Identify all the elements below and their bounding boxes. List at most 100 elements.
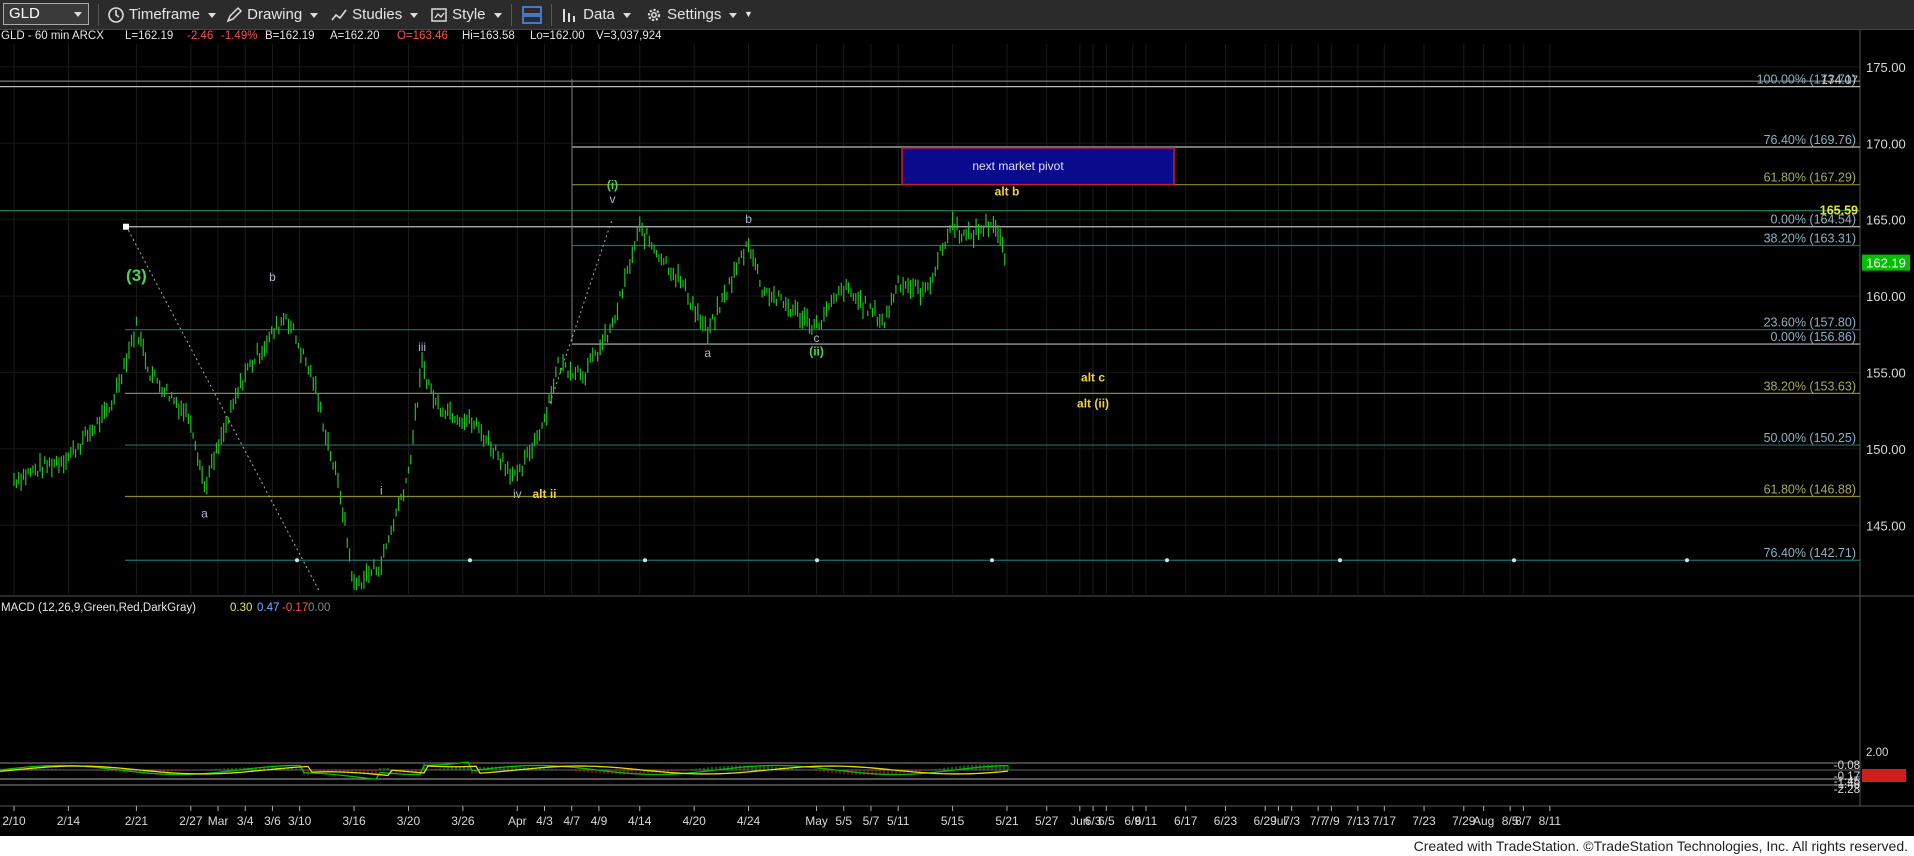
- chevron-down-icon: [310, 12, 319, 18]
- pivot-zone: next market pivot: [901, 147, 1175, 186]
- x-tick-label: 3/4: [237, 814, 254, 828]
- macd-value: -0.17: [282, 602, 308, 614]
- gear-icon: [647, 8, 661, 22]
- layout-button[interactable]: [521, 0, 543, 29]
- chevron-down-icon: [493, 12, 502, 18]
- wave-label: iv: [513, 487, 522, 501]
- x-tick-label: 2/14: [57, 814, 81, 828]
- x-tick-label: 2/21: [125, 814, 149, 828]
- fib-level-label: 76.40% (142.71): [1764, 546, 1856, 560]
- price-tick-label: 170.00: [1866, 136, 1906, 151]
- fib-level-label: 76.40% (169.76): [1764, 133, 1856, 147]
- x-tick-label: 3/16: [342, 814, 366, 828]
- x-tick-label: 5/11: [887, 814, 910, 828]
- settings-label: Settings: [667, 6, 722, 23]
- volume-readout: V=3,037,924: [596, 30, 662, 42]
- wave-label: iii: [418, 340, 426, 354]
- wave-label: b: [745, 212, 752, 226]
- toolbar-separator: [511, 4, 512, 26]
- studies-icon: [331, 9, 347, 21]
- x-tick-label: 7/3: [1283, 814, 1300, 828]
- high-readout: Hi=163.58: [462, 30, 515, 42]
- wave-label: alt ii: [532, 487, 556, 501]
- macd-value: 0.30: [230, 602, 252, 614]
- x-tick-label: Aug: [1473, 814, 1494, 828]
- x-tick-label: 2/27: [179, 814, 203, 828]
- x-tick-label: Apr: [508, 814, 527, 828]
- toolbar: GLD Timeframe Drawing Studies Style Data…: [0, 0, 1914, 30]
- fib-level-label: 0.00% (156.86): [1771, 330, 1856, 344]
- pivot-label: next market pivot: [972, 159, 1064, 173]
- chevron-down-icon: [410, 12, 419, 18]
- price-tick-label: 160.00: [1866, 289, 1906, 304]
- last-price-readout: L=162.19: [125, 30, 173, 42]
- x-tick-label: Mar: [208, 814, 229, 828]
- wave-label: alt c: [1081, 371, 1105, 385]
- price-chart[interactable]: 100.00% (173.71)76.40% (169.76)61.80% (1…: [0, 30, 1914, 836]
- layout-icon: [522, 6, 542, 24]
- wave-label: b: [269, 270, 276, 284]
- chevron-down-icon: [729, 12, 738, 18]
- x-tick-label: 8/11: [1539, 814, 1562, 828]
- anchor-point: [123, 223, 129, 230]
- drawing-button[interactable]: Drawing: [225, 0, 319, 29]
- x-tick-label: 6/5: [1098, 814, 1115, 828]
- level-dot: [990, 558, 994, 563]
- wave-label: (i): [607, 178, 618, 192]
- level-dot: [468, 558, 472, 563]
- open-readout: O=163.46: [397, 30, 448, 42]
- macd-axis-label: 2.00: [1866, 747, 1888, 759]
- fib-level-label: 61.80% (146.88): [1764, 483, 1856, 497]
- bar-chart-icon: [563, 9, 575, 23]
- x-tick-label: 4/14: [628, 814, 652, 828]
- chevron-down-icon: [74, 12, 82, 17]
- x-tick-label: 7/17: [1373, 814, 1397, 828]
- wave-label: alt b: [995, 184, 1020, 198]
- settings-button[interactable]: Settings: [645, 0, 738, 29]
- x-tick-label: 3/26: [451, 814, 475, 828]
- chevron-down-icon: [208, 12, 217, 18]
- wave-label: alt (ii): [1077, 397, 1109, 411]
- level-dot: [815, 558, 819, 563]
- fib-level-label: 38.20% (153.63): [1764, 379, 1856, 393]
- data-button[interactable]: Data: [561, 0, 631, 29]
- wave-label: (ii): [809, 345, 824, 359]
- ask-readout: A=162.20: [330, 30, 380, 42]
- bid-readout: B=162.19: [265, 30, 315, 42]
- x-tick-label: 5/27: [1035, 814, 1059, 828]
- timeframe-button[interactable]: Timeframe: [107, 0, 217, 29]
- x-tick-label: 4/20: [682, 814, 706, 828]
- x-tick-label: 4/24: [737, 814, 761, 828]
- style-label: Style: [452, 6, 486, 23]
- x-tick-label: 4/9: [591, 814, 608, 828]
- macd-panel: MACD (12,26,9,Green,Red,DarkGray) 0.30 0.4…: [0, 595, 1914, 796]
- price-tick-label: 175.00: [1866, 60, 1906, 75]
- wave-label: a: [704, 346, 711, 360]
- symbol-dropdown[interactable]: GLD: [3, 3, 89, 25]
- x-tick-label: 2/10: [2, 814, 26, 828]
- x-tick-label: 3/10: [288, 814, 312, 828]
- studies-label: Studies: [352, 6, 403, 23]
- toolbar-overflow-icon[interactable]: ▼: [744, 0, 753, 29]
- pencil-icon: [226, 6, 243, 23]
- drawing-label: Drawing: [247, 6, 303, 23]
- style-button[interactable]: Style: [430, 0, 502, 29]
- macd-label: MACD (12,26,9,Green,Red,DarkGray): [1, 602, 196, 614]
- price-tick-label: 155.00: [1866, 365, 1906, 380]
- price-tick-label: 150.00: [1866, 442, 1906, 457]
- wave-label: (3): [126, 266, 147, 285]
- toolbar-separator: [551, 4, 552, 26]
- x-tick-label: 7/9: [1323, 814, 1340, 828]
- x-tick-label: 5/7: [863, 814, 880, 828]
- chevron-down-icon: [622, 12, 631, 18]
- x-tick-label: 5/5: [835, 814, 852, 828]
- studies-button[interactable]: Studies: [330, 0, 419, 29]
- macd-badge: [1862, 769, 1906, 782]
- level-dot: [1338, 558, 1342, 563]
- x-tick-label: 6/23: [1214, 814, 1238, 828]
- x-tick-label: 7/23: [1412, 814, 1436, 828]
- wave-label: c: [814, 331, 820, 345]
- fib-level-label: 38.20% (163.31): [1764, 232, 1856, 246]
- x-tick-label: 6/11: [1135, 814, 1158, 828]
- x-tick-label: 4/7: [563, 814, 580, 828]
